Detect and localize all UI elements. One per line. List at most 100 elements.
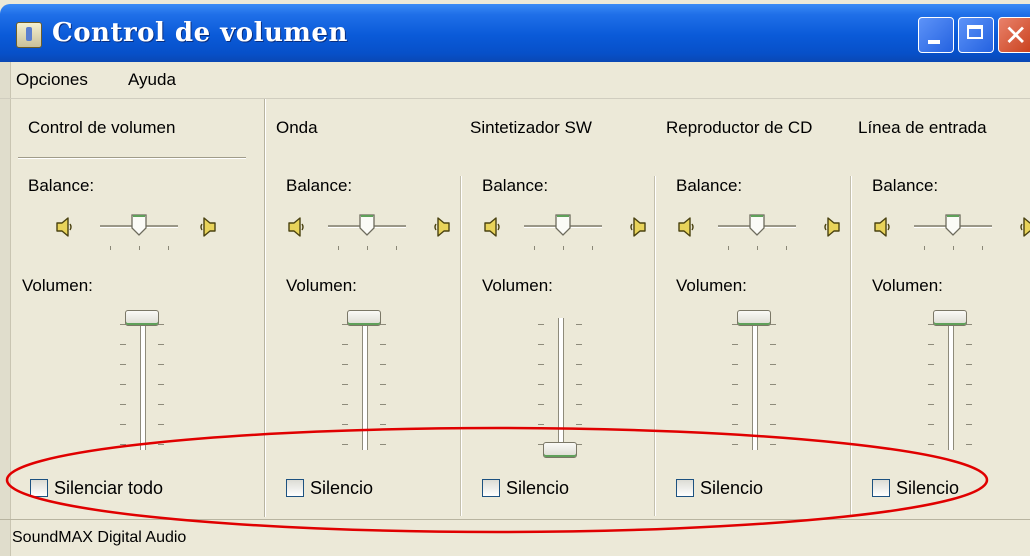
balance-thumb[interactable]	[554, 213, 572, 237]
balance-thumb[interactable]	[130, 213, 148, 237]
balance-label: Balance:	[482, 176, 549, 195]
title-bar[interactable]: Control de volumen ✕	[0, 4, 1030, 62]
balance-tick	[563, 246, 564, 250]
volume-tick	[538, 344, 544, 345]
channel-title: Línea de entrada	[858, 118, 987, 137]
volume-control-window: Control de volumen ✕ Opciones Ayuda Cont…	[0, 0, 1030, 556]
volume-tick	[770, 404, 776, 405]
mute-all-checkbox[interactable]	[30, 479, 48, 497]
volume-tick	[928, 404, 934, 405]
mute-checkbox[interactable]	[676, 479, 694, 497]
volume-tick	[732, 384, 738, 385]
volume-tick	[380, 384, 386, 385]
balance-thumb[interactable]	[944, 213, 962, 237]
mute-label[interactable]: Silencio	[506, 478, 569, 499]
volume-slider[interactable]	[948, 318, 954, 450]
volume-tick	[732, 364, 738, 365]
volume-tick	[380, 444, 386, 445]
volume-label: Volumen:	[482, 276, 553, 295]
volume-tick	[928, 364, 934, 365]
balance-tick	[139, 246, 140, 250]
balance-tick	[757, 246, 758, 250]
balance-label: Balance:	[286, 176, 353, 195]
speaker-right-icon	[198, 216, 218, 238]
volume-tick	[120, 364, 126, 365]
volume-tick	[538, 404, 544, 405]
maximize-button[interactable]	[958, 17, 994, 53]
volume-tick	[770, 324, 776, 325]
balance-tick	[592, 246, 593, 250]
volume-tick	[966, 404, 972, 405]
volume-tick	[732, 424, 738, 425]
minimize-button[interactable]	[918, 17, 954, 53]
volume-tick	[342, 364, 348, 365]
volume-tick	[158, 384, 164, 385]
balance-label: Balance:	[676, 176, 743, 195]
volume-slider[interactable]	[362, 318, 368, 450]
menu-ayuda[interactable]: Ayuda	[128, 70, 176, 90]
volume-tick	[576, 344, 582, 345]
master-separator	[264, 99, 265, 517]
status-bar: SoundMAX Digital Audio	[0, 519, 1030, 556]
mute-checkbox[interactable]	[482, 479, 500, 497]
speaker-left-icon	[54, 216, 74, 238]
volume-tick	[576, 364, 582, 365]
volume-tick	[770, 384, 776, 385]
window-left-edge	[0, 62, 11, 556]
volume-tick	[538, 424, 544, 425]
volume-thumb[interactable]	[933, 310, 967, 326]
volume-tick	[158, 424, 164, 425]
volume-label: Volumen:	[872, 276, 943, 295]
volume-tick	[966, 444, 972, 445]
volume-tick	[576, 424, 582, 425]
volume-tick	[120, 444, 126, 445]
mute-label[interactable]: Silencio	[310, 478, 373, 499]
balance-thumb[interactable]	[358, 213, 376, 237]
volume-tick	[966, 424, 972, 425]
volume-tick	[770, 444, 776, 445]
volume-label: Volumen:	[676, 276, 747, 295]
balance-label: Balance:	[28, 176, 95, 195]
speaker-right-icon	[432, 216, 452, 238]
volume-tick	[770, 344, 776, 345]
menu-opciones[interactable]: Opciones	[16, 70, 88, 90]
close-icon: ✕	[1004, 19, 1028, 52]
volume-label: Volumen:	[22, 276, 93, 295]
channel-title-rule	[18, 157, 246, 158]
balance-label: Balance:	[872, 176, 939, 195]
balance-tick	[728, 246, 729, 250]
mute-label[interactable]: Silencio	[896, 478, 959, 499]
volume-slider[interactable]	[140, 318, 146, 450]
volume-thumb[interactable]	[737, 310, 771, 326]
volume-tick	[538, 324, 544, 325]
mute-checkbox[interactable]	[286, 479, 304, 497]
mute-checkbox[interactable]	[872, 479, 890, 497]
volume-thumb[interactable]	[543, 442, 577, 458]
balance-tick	[953, 246, 954, 250]
volume-tick	[732, 344, 738, 345]
volume-tick	[158, 344, 164, 345]
volume-thumb[interactable]	[125, 310, 159, 326]
mute-label[interactable]: Silencio	[700, 478, 763, 499]
volume-tick	[342, 444, 348, 445]
volume-thumb[interactable]	[347, 310, 381, 326]
volume-slider[interactable]	[558, 318, 564, 450]
channel-separator	[460, 176, 461, 516]
volume-control-icon[interactable]	[16, 22, 42, 48]
volume-tick	[120, 344, 126, 345]
balance-tick	[338, 246, 339, 250]
volume-tick	[158, 444, 164, 445]
volume-tick	[538, 384, 544, 385]
volume-slider[interactable]	[752, 318, 758, 450]
volume-tick	[380, 424, 386, 425]
balance-tick	[168, 246, 169, 250]
close-button[interactable]: ✕	[998, 17, 1030, 53]
volume-tick	[928, 424, 934, 425]
volume-label: Volumen:	[286, 276, 357, 295]
balance-thumb[interactable]	[748, 213, 766, 237]
volume-tick	[120, 404, 126, 405]
menu-bar: Opciones Ayuda	[0, 62, 1030, 99]
mute-all-label[interactable]: Silenciar todo	[54, 478, 163, 499]
volume-tick	[928, 444, 934, 445]
speaker-left-icon	[676, 216, 696, 238]
